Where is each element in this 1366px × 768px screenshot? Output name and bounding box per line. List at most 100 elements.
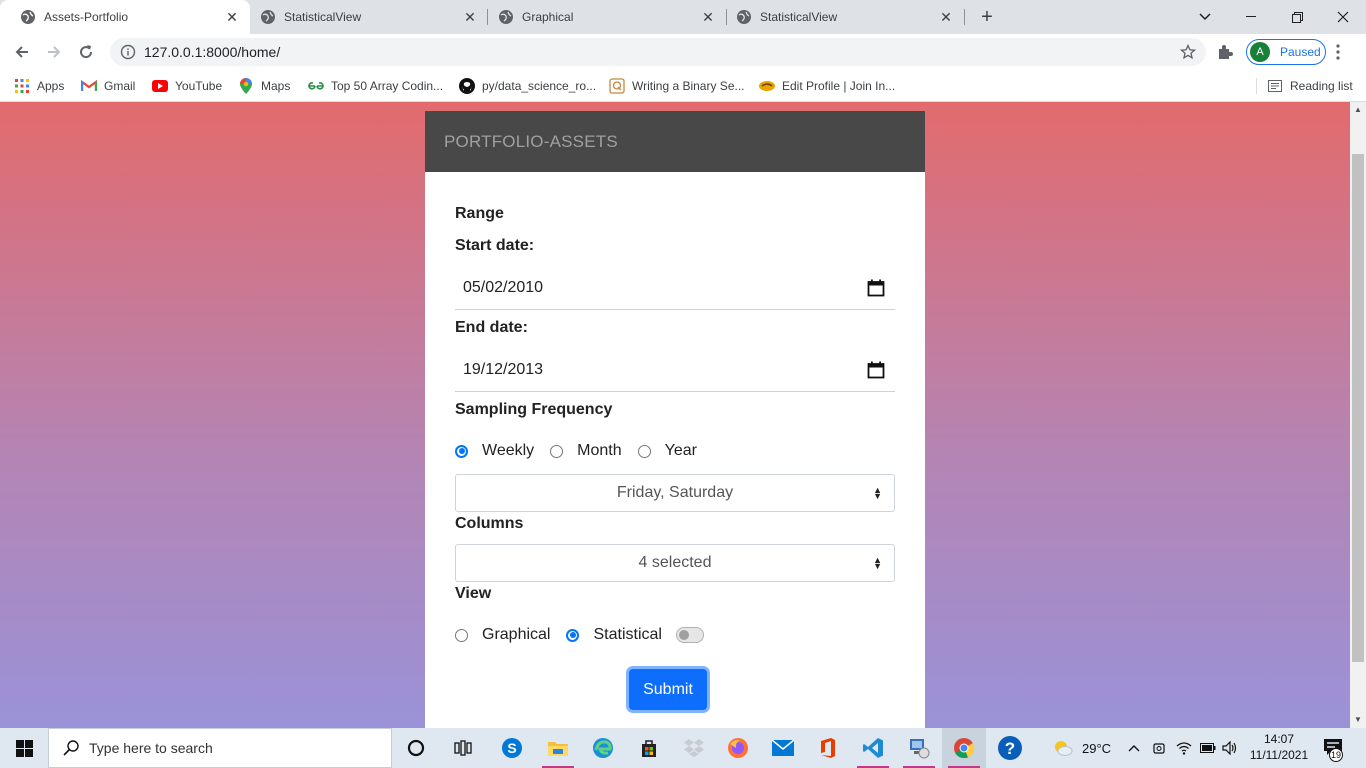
close-icon[interactable]: ✕ xyxy=(700,9,716,25)
start-date-value: 05/02/2010 xyxy=(463,278,544,296)
tab-separator xyxy=(964,9,965,25)
cortana-icon[interactable] xyxy=(394,728,438,768)
bookmark-star-icon[interactable] xyxy=(1180,44,1196,60)
dropbox-icon[interactable] xyxy=(672,728,716,768)
tab-graphical[interactable]: Graphical ✕ xyxy=(478,0,726,34)
microsoft-store-icon[interactable] xyxy=(627,728,671,768)
end-date-value: 19/12/2013 xyxy=(463,360,544,378)
days-select[interactable]: Friday, Saturday ▲ ▼ xyxy=(455,474,895,512)
chrome-icon[interactable] xyxy=(942,728,986,768)
mail-icon[interactable] xyxy=(761,728,805,768)
tab-title: Graphical xyxy=(522,10,574,24)
firefox-icon[interactable] xyxy=(716,728,760,768)
end-date-input[interactable]: 19/12/2013 xyxy=(455,348,895,392)
weekly-radio[interactable] xyxy=(455,444,468,458)
calendar-icon[interactable] xyxy=(867,361,885,379)
graphical-radio[interactable] xyxy=(455,628,468,642)
bookmark-label: YouTube xyxy=(175,79,223,93)
bookmark-label: Gmail xyxy=(104,79,136,93)
close-icon[interactable]: ✕ xyxy=(938,9,954,25)
weather-widget[interactable]: 29°C xyxy=(1052,728,1111,768)
tab-statisticalview[interactable]: StatisticalView ✕ xyxy=(240,0,488,34)
month-radio[interactable] xyxy=(550,444,564,458)
windows-start-button[interactable] xyxy=(0,728,48,768)
forward-button[interactable] xyxy=(40,38,68,66)
back-button[interactable] xyxy=(8,38,36,66)
close-icon[interactable]: ✕ xyxy=(224,9,240,25)
menu-kebab-icon[interactable] xyxy=(1336,44,1340,60)
minimize-button[interactable] xyxy=(1228,0,1274,34)
weather-sun-icon xyxy=(1055,741,1073,756)
bookmarks-bar: Apps Gmail YouTube Maps Top 50 Array Cod… xyxy=(0,70,1366,102)
battery-icon[interactable] xyxy=(1200,728,1216,768)
scroll-down-icon[interactable]: ▼ xyxy=(1354,715,1362,724)
vscode-icon[interactable] xyxy=(851,728,895,768)
show-hidden-icons[interactable] xyxy=(1128,728,1140,768)
year-label: Year xyxy=(664,442,697,459)
address-bar[interactable]: 127.0.0.1:8000/home/ xyxy=(110,38,1206,66)
bookmark-maps[interactable]: Maps xyxy=(238,76,290,96)
extensions-puzzle-icon[interactable] xyxy=(1216,43,1234,61)
close-icon[interactable]: ✕ xyxy=(462,9,478,25)
bookmark-edit-profile[interactable]: Edit Profile | Join In... xyxy=(759,76,895,96)
globe-icon xyxy=(499,10,513,24)
globe-icon xyxy=(21,10,35,24)
page-title: PORTFOLIO-ASSETS xyxy=(444,131,618,151)
office-icon[interactable] xyxy=(806,728,850,768)
notification-center[interactable]: 19 xyxy=(1323,728,1345,768)
clock-date: 11/11/2021 xyxy=(1249,748,1309,762)
statistical-label: Statistical xyxy=(593,626,662,643)
clock-time: 14:07 xyxy=(1263,732,1295,746)
taskbar-search-box[interactable]: Type here to search xyxy=(48,728,392,768)
new-tab-button[interactable]: + xyxy=(976,6,998,28)
search-icon xyxy=(63,740,79,756)
temperature: 29°C xyxy=(1082,740,1112,756)
tab-search-chevron-icon[interactable] xyxy=(1182,0,1228,34)
tab-title: StatisticalView xyxy=(284,10,362,24)
close-window-button[interactable] xyxy=(1320,0,1366,34)
wifi-icon[interactable] xyxy=(1176,728,1192,768)
profile-button[interactable]: A Paused xyxy=(1246,39,1326,65)
file-explorer-icon[interactable] xyxy=(536,728,580,768)
volume-icon[interactable] xyxy=(1222,728,1238,768)
url-text: 127.0.0.1:8000/home/ xyxy=(144,44,281,60)
scroll-up-icon[interactable]: ▲ xyxy=(1354,105,1362,114)
skype-icon[interactable]: S xyxy=(490,728,534,768)
tab-statisticalview-2[interactable]: StatisticalView ✕ xyxy=(716,0,964,34)
restore-button[interactable] xyxy=(1274,0,1320,34)
browser-toolbar: 127.0.0.1:8000/home/ A Paused xyxy=(0,34,1366,70)
view-toggle-switch[interactable] xyxy=(675,627,704,643)
info-icon[interactable] xyxy=(120,44,136,60)
task-view-icon[interactable] xyxy=(441,728,485,768)
quora-icon xyxy=(609,78,625,94)
year-radio[interactable] xyxy=(637,444,651,458)
bookmark-label: Edit Profile | Join In... xyxy=(782,79,896,93)
help-icon[interactable]: ? xyxy=(988,728,1032,768)
statistical-radio[interactable] xyxy=(566,628,580,642)
tab-assets-portfolio[interactable]: Assets-Portfolio ✕ xyxy=(0,0,250,34)
page-viewport: PORTFOLIO-ASSETS Range Start date: 05/02… xyxy=(0,102,1350,728)
start-date-input[interactable]: 05/02/2010 xyxy=(455,266,895,310)
network-connections-icon[interactable] xyxy=(897,728,941,768)
tab-strip: Assets-Portfolio ✕ StatisticalView ✕ Gra… xyxy=(0,0,1366,34)
page-scrollbar[interactable]: ▲ ▼ xyxy=(1350,102,1366,728)
windows-taskbar: Type here to search S ? 29°C 14:07 11/11… xyxy=(0,728,1366,768)
bookmark-gmail[interactable]: Gmail xyxy=(81,76,135,96)
meet-now-icon[interactable] xyxy=(1152,728,1166,768)
tab-title: StatisticalView xyxy=(760,10,838,24)
start-date-label: Start date: xyxy=(455,237,535,254)
bookmark-writing-binary[interactable]: Writing a Binary Se... xyxy=(609,76,745,96)
submit-button[interactable]: Submit xyxy=(629,669,707,710)
scrollbar-thumb[interactable] xyxy=(1352,154,1364,662)
reading-list-button[interactable]: Reading list xyxy=(1267,76,1353,96)
search-placeholder: Type here to search xyxy=(89,740,213,756)
bookmark-apps[interactable]: Apps xyxy=(14,76,64,96)
columns-select[interactable]: 4 selected ▲ ▼ xyxy=(455,544,895,582)
bookmark-top-50-array[interactable]: Top 50 Array Codin... xyxy=(308,76,443,96)
taskbar-clock[interactable]: 14:07 11/11/2021 xyxy=(1244,731,1314,763)
edge-browser-icon[interactable] xyxy=(581,728,625,768)
bookmark-py-data-science[interactable]: py/data_science_ro... xyxy=(459,76,596,96)
calendar-icon[interactable] xyxy=(867,279,885,297)
bookmark-youtube[interactable]: YouTube xyxy=(152,76,222,96)
reload-button[interactable] xyxy=(72,38,100,66)
